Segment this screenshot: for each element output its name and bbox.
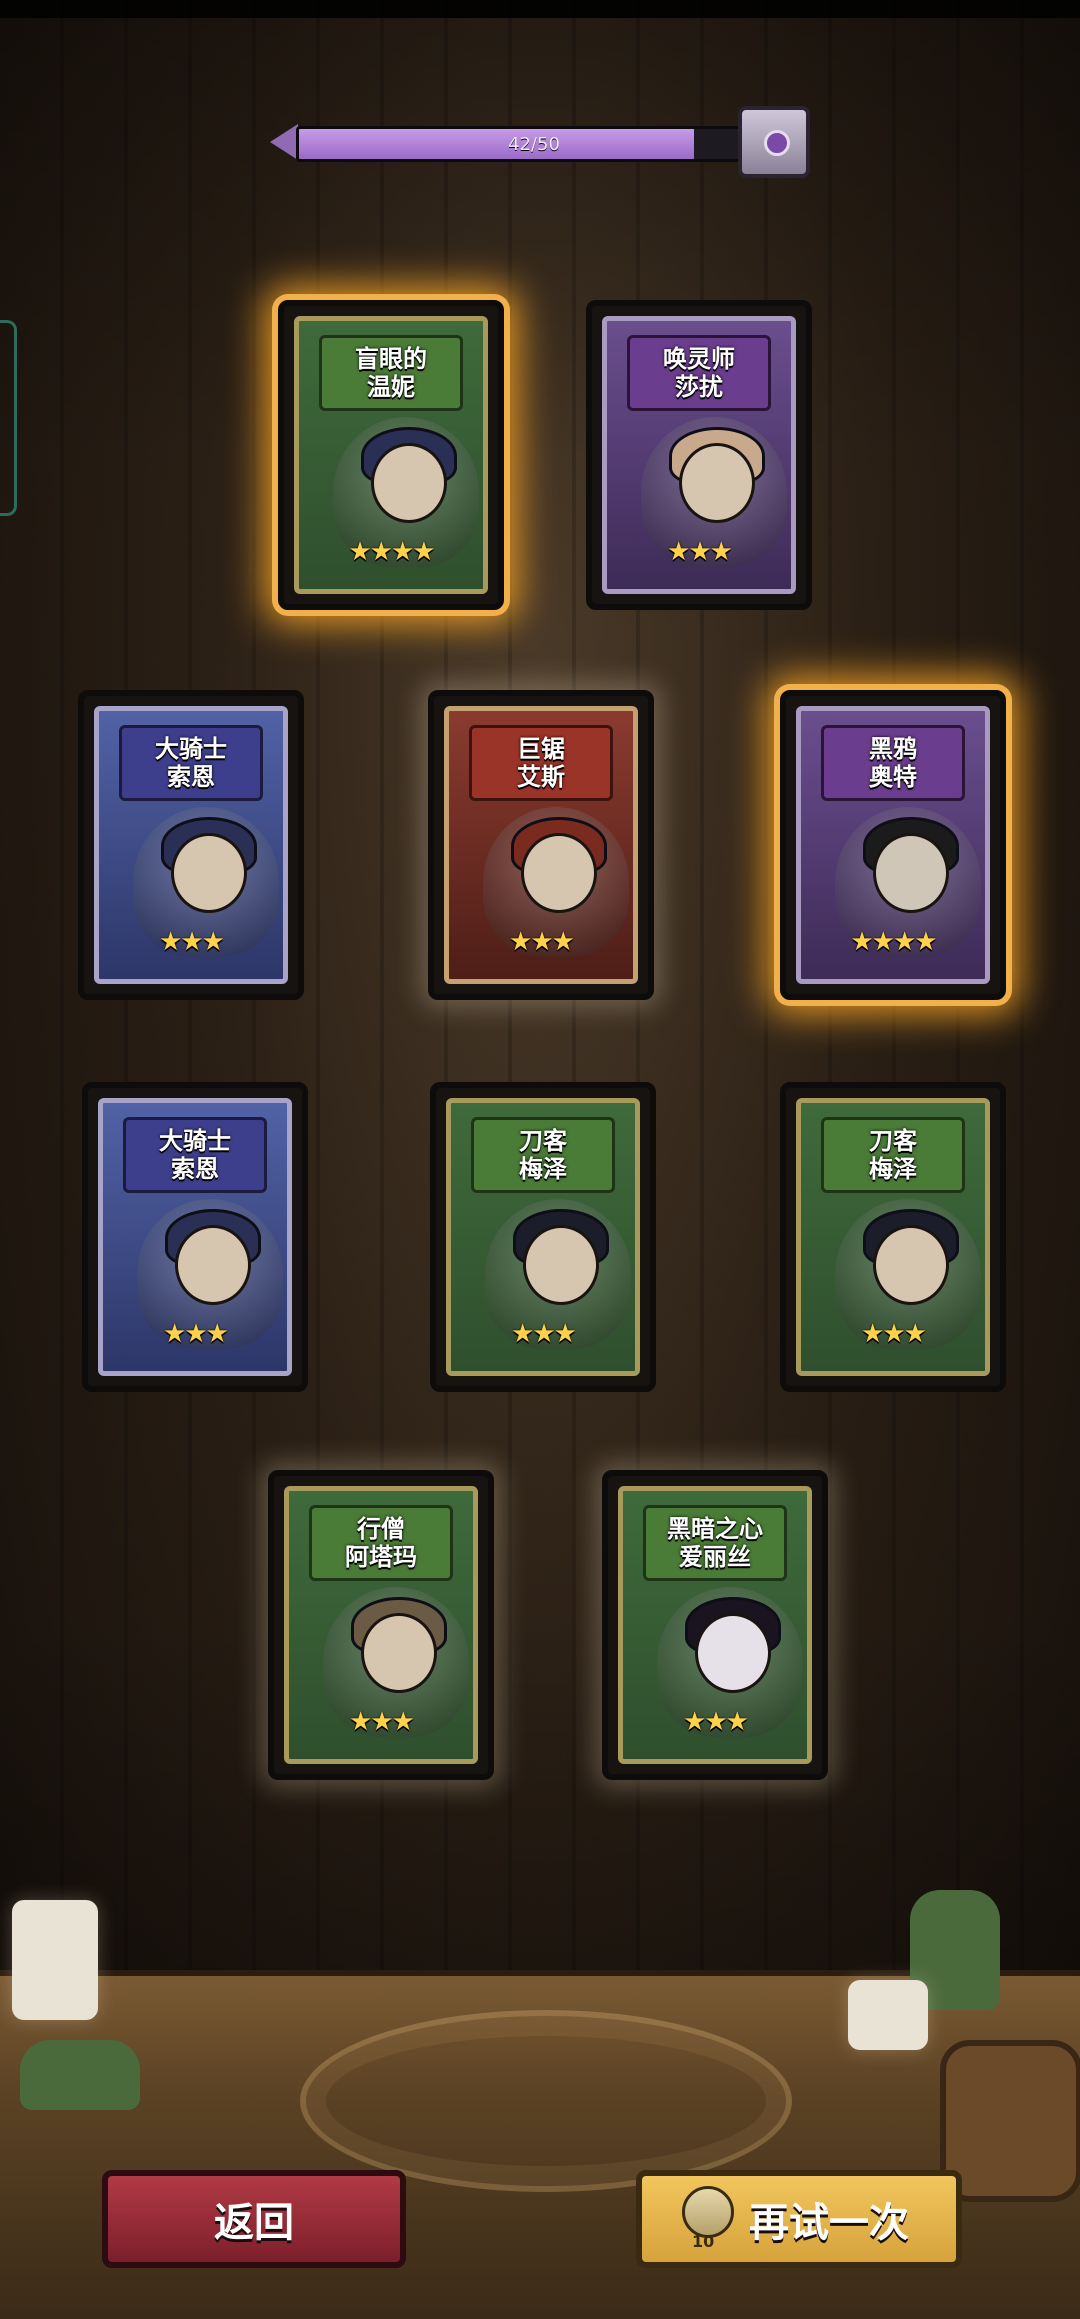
pity-progress: 42/50 bbox=[270, 106, 810, 178]
hero-title: 大骑士 bbox=[155, 735, 227, 763]
star-rating: ★★★ bbox=[163, 1319, 229, 1349]
hero-name: 索恩 bbox=[171, 1155, 219, 1183]
progress-label: 42/50 bbox=[508, 133, 560, 155]
hero-name: 温妮 bbox=[367, 373, 415, 401]
retry-cost: 10 bbox=[682, 2186, 742, 2256]
candle-icon bbox=[848, 1980, 928, 2050]
hero-name-banner: 唤灵师 莎扰 bbox=[627, 335, 771, 411]
hero-card[interactable]: 盲眼的 温妮 ★★★★ bbox=[278, 300, 504, 610]
hero-name-banner: 刀客 梅泽 bbox=[821, 1117, 965, 1193]
hero-title: 黑鸦 bbox=[869, 735, 917, 763]
star-rating: ★★★★ bbox=[348, 537, 435, 567]
hero-title: 刀客 bbox=[519, 1127, 567, 1155]
star-rating: ★★★ bbox=[349, 1707, 415, 1737]
hero-name: 艾斯 bbox=[517, 763, 565, 791]
treasure-chest-icon[interactable] bbox=[738, 106, 810, 178]
star-rating: ★★★ bbox=[159, 927, 225, 957]
bottle-icon bbox=[20, 2040, 140, 2110]
hero-card[interactable]: 巨锯 艾斯 ★★★ bbox=[428, 690, 654, 1000]
star-rating: ★★★ bbox=[667, 537, 733, 567]
star-rating: ★★★ bbox=[683, 1707, 749, 1737]
retry-button-label: 再试一次 bbox=[749, 2200, 909, 2246]
top-status-strip bbox=[0, 0, 1080, 18]
hero-name-banner: 大骑士 索恩 bbox=[119, 725, 263, 801]
retry-button[interactable]: 10 再试一次 bbox=[636, 2170, 962, 2268]
hero-name-banner: 黑鸦 奥特 bbox=[821, 725, 965, 801]
star-rating: ★★★ bbox=[511, 1319, 577, 1349]
hero-card[interactable]: 刀客 梅泽 ★★★ bbox=[430, 1082, 656, 1392]
hero-title: 巨锯 bbox=[517, 735, 565, 763]
progress-track: 42/50 bbox=[296, 126, 772, 162]
hero-name: 阿塔玛 bbox=[345, 1543, 417, 1571]
hero-name-banner: 黑暗之心 爱丽丝 bbox=[643, 1505, 787, 1581]
hero-name: 索恩 bbox=[167, 763, 215, 791]
hero-card[interactable]: 行僧 阿塔玛 ★★★ bbox=[268, 1470, 494, 1780]
table-sigil bbox=[300, 2010, 792, 2192]
hero-name: 梅泽 bbox=[519, 1155, 567, 1183]
star-rating: ★★★ bbox=[861, 1319, 927, 1349]
star-rating: ★★★ bbox=[509, 927, 575, 957]
hero-title: 唤灵师 bbox=[663, 345, 735, 373]
hero-title: 黑暗之心 bbox=[667, 1515, 763, 1543]
hero-name-banner: 大骑士 索恩 bbox=[123, 1117, 267, 1193]
hero-name-banner: 巨锯 艾斯 bbox=[469, 725, 613, 801]
hero-name: 奥特 bbox=[869, 763, 917, 791]
hero-name-banner: 行僧 阿塔玛 bbox=[309, 1505, 453, 1581]
hero-title: 行僧 bbox=[357, 1515, 405, 1543]
hero-card[interactable]: 唤灵师 莎扰 ★★★ bbox=[586, 300, 812, 610]
hero-title: 大骑士 bbox=[159, 1127, 231, 1155]
hero-card[interactable]: 大骑士 索恩 ★★★ bbox=[78, 690, 304, 1000]
hero-name: 爱丽丝 bbox=[679, 1543, 751, 1571]
retry-cost-count: 10 bbox=[692, 2232, 715, 2251]
hero-name-banner: 盲眼的 温妮 bbox=[319, 335, 463, 411]
back-button-label: 返回 bbox=[214, 2200, 294, 2246]
hero-card[interactable]: 大骑士 索恩 ★★★ bbox=[82, 1082, 308, 1392]
hero-card[interactable]: 黑鸦 奥特 ★★★★ bbox=[780, 690, 1006, 1000]
hero-title: 盲眼的 bbox=[355, 345, 427, 373]
candle-icon bbox=[12, 1900, 98, 2020]
hero-name: 梅泽 bbox=[869, 1155, 917, 1183]
hero-card[interactable]: 黑暗之心 爱丽丝 ★★★ bbox=[602, 1470, 828, 1780]
star-rating: ★★★★ bbox=[850, 927, 937, 957]
hero-card[interactable]: 刀客 梅泽 ★★★ bbox=[780, 1082, 1006, 1392]
side-drawer-tab[interactable] bbox=[0, 320, 17, 516]
progress-arrow-icon bbox=[270, 124, 298, 160]
summon-token-icon bbox=[682, 2186, 734, 2238]
hero-name-banner: 刀客 梅泽 bbox=[471, 1117, 615, 1193]
back-button[interactable]: 返回 bbox=[102, 2170, 406, 2268]
hero-name: 莎扰 bbox=[675, 373, 723, 401]
hero-title: 刀客 bbox=[869, 1127, 917, 1155]
